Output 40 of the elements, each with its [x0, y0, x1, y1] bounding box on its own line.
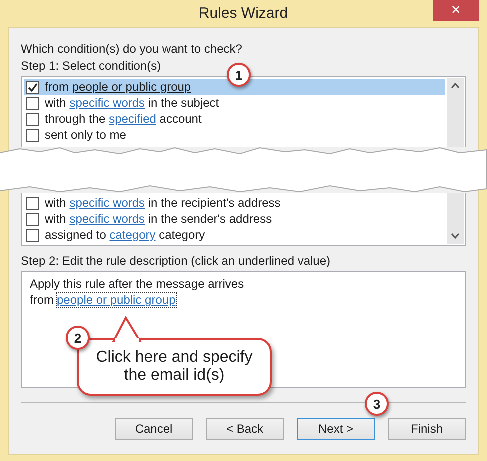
checkbox[interactable]	[26, 128, 39, 142]
condition-text: assigned to category category	[45, 228, 206, 242]
window-title: Rules Wizard	[198, 5, 288, 22]
scrollbar[interactable]	[447, 193, 464, 244]
scroll-up-icon[interactable]	[451, 83, 460, 89]
condition-text: sent only to me	[45, 128, 126, 142]
checkbox[interactable]	[26, 212, 39, 226]
close-button[interactable]: ×	[433, 0, 479, 21]
condition-text: from people or public group	[45, 80, 192, 94]
description-link[interactable]: people or public group	[57, 293, 176, 307]
step-number-badge: 3	[365, 392, 389, 416]
checkbox[interactable]	[26, 228, 39, 242]
dialog-button[interactable]: Next >	[297, 418, 375, 440]
step-number-badge: 1	[227, 63, 251, 87]
scrollbar[interactable]	[447, 78, 464, 147]
condition-text: through the specified account	[45, 112, 202, 126]
scroll-down-icon[interactable]	[451, 233, 460, 239]
step-label: Step 1: Select condition(s)	[21, 59, 162, 73]
checkbox[interactable]	[26, 96, 39, 110]
condition-text: with specific words in the recipient's address	[45, 196, 281, 210]
callout-pointer-icon	[112, 316, 142, 342]
condition-link[interactable]: category	[110, 228, 156, 242]
condition-text: with specific words in the subject	[45, 96, 220, 110]
condition-text: with specific words in the sender's address	[45, 212, 272, 226]
question-label: Which condition(s) do you want to check?	[21, 42, 244, 56]
checkbox[interactable]	[26, 112, 39, 126]
dialog-button[interactable]: < Back	[206, 418, 284, 440]
checkbox[interactable]	[26, 196, 39, 210]
condition-link[interactable]: specific words	[70, 96, 146, 110]
condition-link[interactable]: specific words	[70, 212, 146, 226]
condition-link[interactable]: specific words	[70, 196, 146, 210]
checkbox[interactable]	[26, 80, 39, 94]
step-number-badge: 2	[66, 326, 90, 350]
description-text: from	[30, 293, 54, 307]
condition-link[interactable]: specified	[109, 112, 156, 126]
dialog-button[interactable]: Cancel	[115, 418, 193, 440]
step-label: Step 2: Edit the rule description (click an underlined value)	[21, 254, 332, 268]
dialog-button[interactable]: Finish	[388, 418, 466, 440]
condition-link[interactable]: people or public group	[72, 80, 192, 94]
description-text: Apply this rule after the message arrives	[30, 276, 246, 292]
